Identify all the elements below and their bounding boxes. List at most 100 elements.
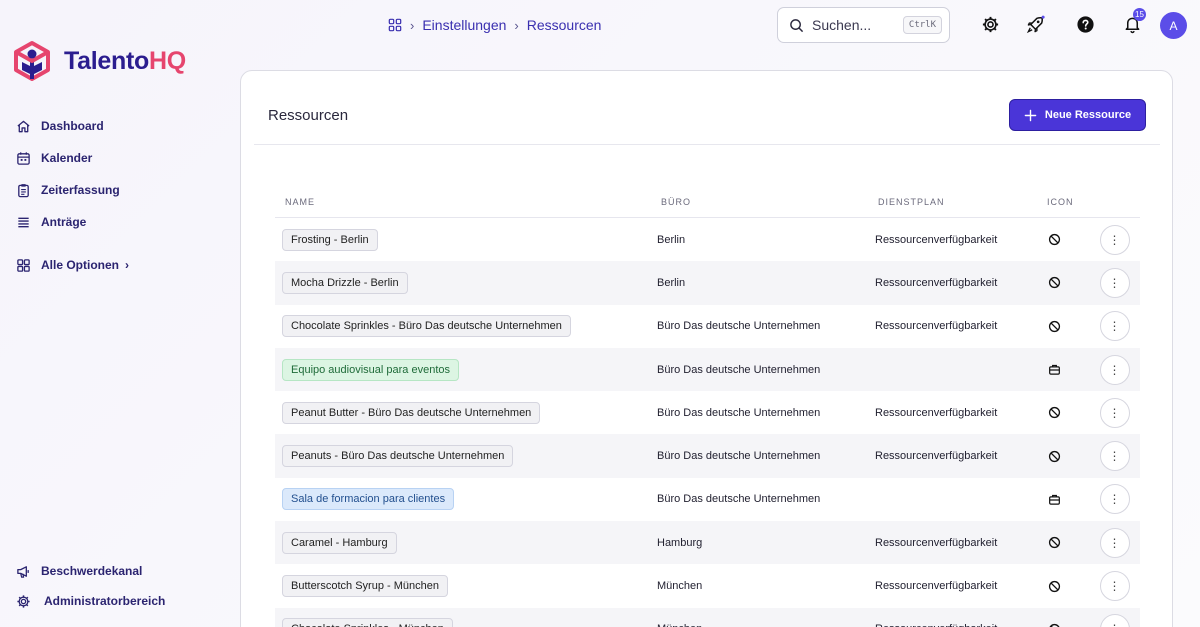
cell-actions: ⋮ xyxy=(1089,441,1140,472)
table-row[interactable]: Peanuts - Büro Das deutsche Unternehmen B… xyxy=(275,434,1140,478)
sidebar-item-label: Anträge xyxy=(41,215,87,229)
resource-name-tag[interactable]: Frosting - Berlin xyxy=(282,228,378,251)
breadcrumb: › Einstellungen › Ressourcen xyxy=(388,15,601,35)
whats-new-button[interactable] xyxy=(1023,12,1047,36)
cell-schedule: Ressourcenverfügbarkeit xyxy=(875,320,998,333)
cell-actions: ⋮ xyxy=(1089,354,1140,385)
resource-name-tag[interactable]: Caramel - Hamburg xyxy=(282,531,397,554)
help-circle-icon xyxy=(1076,15,1094,33)
more-vertical-icon: ⋮ xyxy=(1108,362,1121,377)
chevron-right-icon: › xyxy=(514,17,519,33)
row-menu-button[interactable]: ⋮ xyxy=(1099,311,1130,342)
more-vertical-icon: ⋮ xyxy=(1108,535,1121,550)
resource-name-tag[interactable]: Peanut Butter - Büro Das deutsche Untern… xyxy=(282,401,541,424)
home-icon xyxy=(17,120,30,132)
row-menu-button[interactable]: ⋮ xyxy=(1099,354,1130,385)
table-row[interactable]: Sala de formacion para clientes Büro Das … xyxy=(275,478,1140,521)
cell-schedule: Ressourcenverfügbarkeit xyxy=(875,233,998,246)
table-row[interactable]: Mocha Drizzle - Berlin Berlin Ressourcenve… xyxy=(275,261,1140,305)
column-header-office[interactable]: BÜRO xyxy=(650,197,868,207)
breadcrumb-ressourcen: Ressourcen xyxy=(526,17,602,33)
ban-icon xyxy=(1048,450,1061,463)
resource-name-tag[interactable]: Mocha Drizzle - Berlin xyxy=(282,271,408,294)
column-header-schedule[interactable]: DIENSTPLAN xyxy=(868,197,1037,207)
row-menu-button[interactable]: ⋮ xyxy=(1099,614,1130,627)
gear-icon xyxy=(982,16,998,32)
sidebar-item-antraege[interactable]: Anträge xyxy=(16,206,216,238)
help-button[interactable] xyxy=(1073,12,1097,36)
cell-schedule: Ressourcenverfügbarkeit xyxy=(875,580,998,593)
cell-office: München xyxy=(650,623,868,627)
table-row[interactable]: Caramel - Hamburg Hamburg Ressourcenverfüg… xyxy=(275,521,1140,565)
row-menu-button[interactable]: ⋮ xyxy=(1099,527,1130,558)
plus-icon xyxy=(1024,109,1037,121)
avatar[interactable]: A xyxy=(1160,12,1187,39)
resource-name-tag[interactable]: Equipo audiovisual para eventos xyxy=(282,358,460,381)
apps-grid-icon[interactable] xyxy=(388,18,402,32)
sidebar-item-alle-optionen[interactable]: Alle Optionen › xyxy=(16,249,216,281)
row-menu-button[interactable]: ⋮ xyxy=(1099,571,1130,602)
sidebar-item-label: Administratorbereich xyxy=(44,594,166,608)
ban-icon xyxy=(1048,536,1061,549)
sidebar-item-administratorbereich[interactable]: Administratorbereich xyxy=(16,586,226,616)
resources-table: NAME BÜRO DIENSTPLAN ICON Frosting - Ber… xyxy=(275,187,1140,627)
more-vertical-icon: ⋮ xyxy=(1108,405,1121,420)
ban-icon xyxy=(1048,580,1061,593)
row-menu-button[interactable]: ⋮ xyxy=(1099,484,1130,515)
table-row[interactable]: Chocolate Sprinkles - Büro Das deutsche … xyxy=(275,305,1140,348)
more-vertical-icon: ⋮ xyxy=(1108,492,1121,507)
cell-icon xyxy=(1037,363,1089,376)
cell-actions: ⋮ xyxy=(1089,527,1140,558)
notifications-button[interactable]: 15 xyxy=(1120,8,1146,36)
sidebar-item-label: Kalender xyxy=(41,151,93,165)
cell-actions: ⋮ xyxy=(1089,614,1140,627)
table-row[interactable]: Peanut Butter - Büro Das deutsche Untern… xyxy=(275,391,1140,434)
ban-icon xyxy=(1048,276,1061,289)
row-menu-button[interactable]: ⋮ xyxy=(1099,224,1130,255)
cell-office: München xyxy=(657,580,703,593)
cell-name: Butterscotch Syrup - München xyxy=(275,575,650,598)
column-header-name[interactable]: NAME xyxy=(275,197,650,207)
table-body: Frosting - Berlin Berlin Ressourcenverfügb… xyxy=(275,218,1140,627)
cell-icon xyxy=(1037,536,1089,549)
new-resource-button[interactable]: Neue Ressource xyxy=(1009,99,1146,131)
ban-icon xyxy=(1048,406,1061,419)
cell-actions: ⋮ xyxy=(1089,571,1140,602)
resource-name-tag[interactable]: Peanuts - Büro Das deutsche Unternehmen xyxy=(282,445,514,468)
more-vertical-icon: ⋮ xyxy=(1108,232,1121,247)
cell-schedule: Ressourcenverfügbarkeit xyxy=(875,406,998,419)
table-row[interactable]: Chocolate Sprinkles - München MünchenRess… xyxy=(275,607,1140,627)
talentohq-logo[interactable]: TalentoHQ xyxy=(12,40,186,82)
resource-name-tag[interactable]: Chocolate Sprinkles - Büro Das deutsche … xyxy=(282,315,571,338)
resource-name-tag[interactable]: Butterscotch Syrup - München xyxy=(282,575,448,598)
search-input[interactable]: Suchen... CtrlK xyxy=(777,7,950,43)
sidebar-item-kalender[interactable]: Kalender xyxy=(16,142,216,174)
sidebar-item-label: Dashboard xyxy=(41,119,104,133)
resource-name-tag[interactable]: Chocolate Sprinkles - München xyxy=(282,618,453,627)
sidebar-item-dashboard[interactable]: Dashboard xyxy=(16,110,216,142)
sidebar: TalentoHQ Dashboard Kalender Zeiterfassu… xyxy=(0,0,230,627)
more-vertical-icon: ⋮ xyxy=(1108,319,1121,334)
row-menu-button[interactable]: ⋮ xyxy=(1099,397,1130,428)
resources-card: Ressourcen Neue Ressource NAME BÜRO DIEN… xyxy=(240,70,1173,627)
cell-name: Caramel - Hamburg xyxy=(275,531,650,554)
sidebar-nav: Dashboard Kalender Zeiterfassung Anträge… xyxy=(16,110,216,281)
table-row[interactable]: Butterscotch Syrup - München München Resso… xyxy=(275,564,1140,607)
cell-name: Chocolate Sprinkles - Büro Das deutsche … xyxy=(275,315,650,338)
sidebar-item-zeiterfassung[interactable]: Zeiterfassung xyxy=(16,174,216,206)
cell-office: Hamburg xyxy=(657,536,703,549)
resource-name-tag[interactable]: Sala de formacion para clientes xyxy=(282,488,455,511)
sidebar-item-beschwerdekanal[interactable]: Beschwerdekanal xyxy=(16,556,226,586)
cell-office: Büro Das deutsche Unternehmen xyxy=(657,493,821,506)
more-vertical-icon: ⋮ xyxy=(1108,449,1121,464)
row-menu-button[interactable]: ⋮ xyxy=(1099,267,1130,298)
cell-schedule: Ressourcenverfügbarkeit xyxy=(875,276,998,289)
cell-icon xyxy=(1037,580,1089,593)
table-row[interactable]: Frosting - Berlin Berlin Ressourcenverfügb… xyxy=(275,218,1140,261)
settings-button[interactable] xyxy=(978,12,1002,36)
table-row[interactable]: Equipo audiovisual para eventos Büro Das … xyxy=(275,347,1140,392)
breadcrumb-einstellungen[interactable]: Einstellungen xyxy=(422,17,506,33)
row-menu-button[interactable]: ⋮ xyxy=(1099,441,1130,472)
sidebar-item-label: Beschwerdekanal xyxy=(41,564,143,578)
